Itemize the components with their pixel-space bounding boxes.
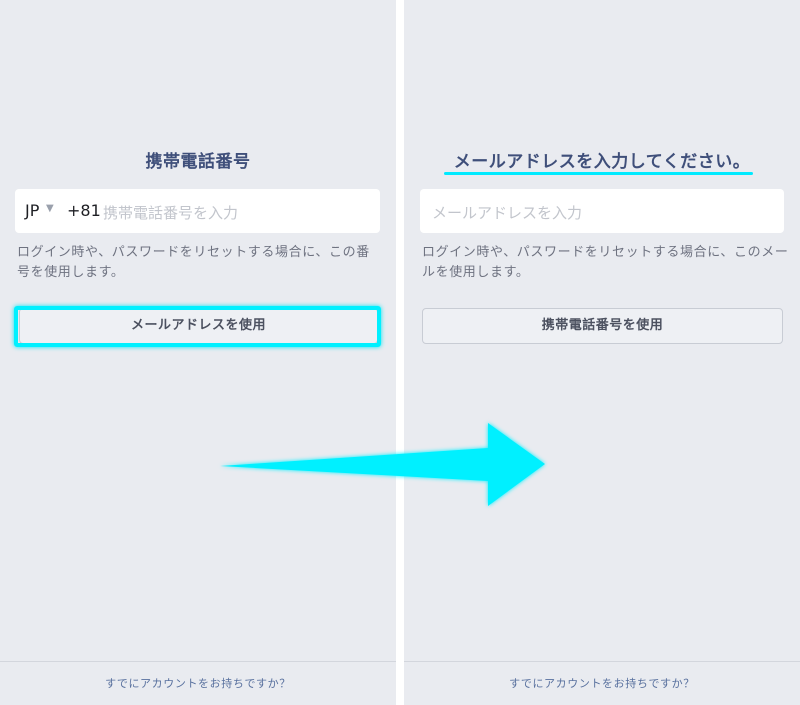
chevron-down-icon[interactable]: ▼	[46, 203, 54, 214]
usage-note: ログイン時や、パスワードをリセットする場合に、このメールを使用します。	[422, 245, 789, 280]
existing-account-link[interactable]: すでにアカウントをお持ちですか？	[0, 675, 396, 691]
existing-account-link[interactable]: すでにアカウントをお持ちですか？	[404, 675, 800, 691]
dial-prefix: +81	[67, 201, 101, 220]
divider	[404, 661, 800, 662]
divider	[0, 661, 396, 662]
email-input[interactable]: メールアドレスを入力	[432, 202, 582, 223]
use-phone-button[interactable]: 携帯電話番号を使用	[422, 308, 783, 344]
country-code-selector[interactable]: JP	[25, 201, 39, 220]
email-entry-screen: メールアドレスを入力してください。 メールアドレスを入力 ログイン時や、パスワー…	[404, 0, 800, 705]
phone-entry-screen: 携帯電話番号 JP ▼ +81 携帯電話番号を入力 ログイン時や、パスワードをリ…	[0, 0, 396, 705]
page-title: メールアドレスを入力してください。	[453, 152, 751, 172]
phone-number-field[interactable]: JP ▼ +81 携帯電話番号を入力	[15, 189, 380, 233]
highlight-box	[14, 306, 381, 347]
usage-note: ログイン時や、パスワードをリセットする場合に、この番号を使用します。	[17, 245, 370, 280]
highlight-underline	[444, 172, 753, 175]
page-title: 携帯電話番号	[145, 152, 251, 172]
email-field[interactable]: メールアドレスを入力	[420, 189, 784, 233]
phone-number-input[interactable]: 携帯電話番号を入力	[103, 202, 238, 223]
